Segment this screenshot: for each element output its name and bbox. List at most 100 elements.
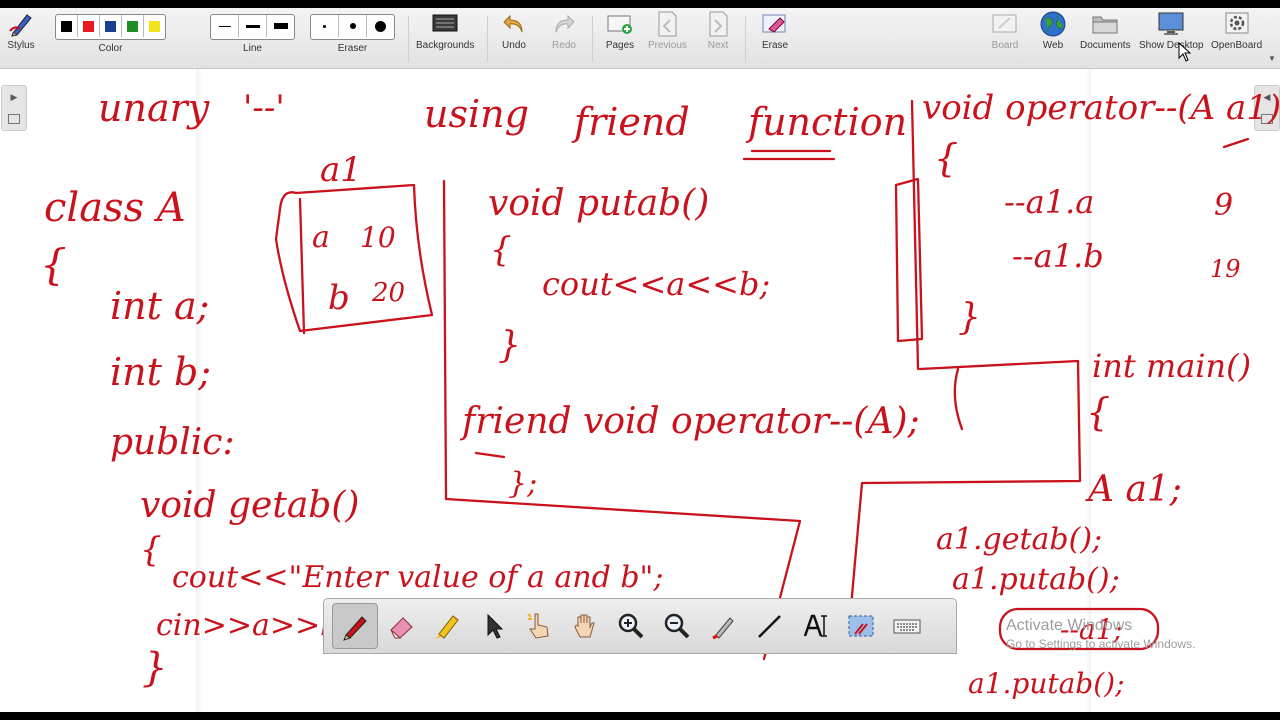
watermark-subtitle: Go to Settings to activate Windows.	[1006, 637, 1196, 651]
line-thin[interactable]	[211, 15, 239, 37]
selector-tool-button[interactable]	[470, 603, 516, 649]
code-line: --a1.b	[1012, 237, 1104, 275]
keyboard-icon	[893, 619, 921, 634]
color-blue[interactable]	[100, 15, 122, 37]
code-line: A a1;	[1085, 469, 1182, 510]
gear-icon	[1222, 11, 1252, 37]
object-value: 10	[360, 221, 396, 254]
line-label: Line	[243, 43, 262, 54]
mouse-cursor-icon	[1178, 41, 1192, 67]
next-button[interactable]: Next	[703, 11, 733, 51]
pen-tool-button[interactable]	[332, 603, 378, 649]
text-icon	[803, 614, 827, 637]
zoom-out-tool-button[interactable]	[654, 603, 700, 649]
toolbar-separator	[592, 16, 593, 62]
eraser-medium[interactable]	[339, 15, 367, 37]
code-line: void getab()	[140, 485, 359, 526]
screen-capture-icon	[848, 615, 874, 637]
show-desktop-button[interactable]: Show Desktop	[1139, 11, 1203, 51]
openboard-menu-button[interactable]: OpenBoard	[1211, 11, 1262, 51]
code-line: class A	[44, 185, 186, 231]
title-word: using	[424, 92, 529, 136]
code-line: {	[40, 240, 67, 289]
code-line: friend void operator--(A);	[459, 401, 920, 442]
color-label: Color	[98, 43, 123, 54]
line-medium[interactable]	[239, 15, 267, 37]
board-icon	[990, 11, 1020, 37]
code-line: }	[142, 645, 167, 691]
text-tool-button[interactable]	[792, 603, 838, 649]
previous-button[interactable]: Previous	[648, 11, 687, 51]
stylus-button[interactable]: Stylus	[6, 11, 36, 51]
color-red[interactable]	[78, 15, 100, 37]
code-line: {	[1086, 390, 1110, 434]
code-line: {	[490, 230, 512, 270]
eraser-sizes	[310, 14, 395, 40]
highlighter-tool-button[interactable]	[424, 603, 470, 649]
underline	[474, 451, 506, 459]
code-line: --a1.a	[1004, 183, 1094, 221]
pages-button[interactable]: Pages	[605, 11, 635, 51]
documents-button[interactable]: Documents	[1080, 11, 1131, 51]
code-line: a1.getab();	[936, 522, 1102, 557]
title-word: unary	[98, 86, 210, 130]
redo-label: Redo	[552, 40, 576, 51]
previous-page-icon	[652, 11, 682, 37]
color-green[interactable]	[122, 15, 144, 37]
openboard-label: OpenBoard	[1211, 40, 1263, 51]
eraser-group: Eraser	[310, 11, 395, 54]
code-line: }	[958, 297, 981, 338]
show-desktop-label: Show Desktop	[1139, 40, 1204, 51]
color-black[interactable]	[56, 15, 78, 37]
watermark-title: Activate Windows	[1006, 617, 1133, 634]
color-yellow[interactable]	[144, 15, 165, 37]
previous-label: Previous	[648, 40, 687, 51]
undo-button[interactable]: Undo	[499, 11, 529, 51]
redo-button[interactable]: Redo	[549, 11, 579, 51]
object-box-divider	[298, 197, 306, 335]
color-swatches	[55, 14, 166, 40]
interact-tool-button[interactable]	[516, 603, 562, 649]
object-field: b	[328, 278, 350, 318]
code-line: cout<<a<<b;	[542, 265, 770, 303]
zoom-in-tool-button[interactable]	[608, 603, 654, 649]
bracket-box	[894, 177, 924, 343]
backgrounds-button[interactable]: Backgrounds	[416, 11, 474, 51]
undo-icon	[499, 11, 529, 37]
erase-button[interactable]: Erase	[760, 11, 790, 51]
code-line: void operator--(A a1)	[922, 88, 1280, 128]
zoom-in-icon	[618, 613, 644, 639]
pointing-hand-icon	[527, 613, 549, 639]
eraser-tool-button[interactable]	[378, 603, 424, 649]
code-line: };	[508, 466, 537, 501]
code-line: int main()	[1092, 347, 1251, 385]
line-widths	[210, 14, 295, 40]
stylus-palette	[323, 598, 957, 654]
zoom-out-icon	[664, 613, 690, 639]
keyboard-tool-button[interactable]	[884, 603, 930, 649]
board-label: Board	[991, 40, 1019, 51]
documents-label: Documents	[1080, 40, 1131, 51]
code-line: cin>>a>>b;	[156, 608, 349, 643]
openboard-window: Stylus Color Line Eraser Backgrounds Und…	[0, 8, 1280, 712]
object-name: a1	[320, 150, 362, 190]
title-word: '--'	[243, 88, 285, 128]
erase-page-icon	[760, 11, 790, 37]
capture-tool-button[interactable]	[838, 603, 884, 649]
line-thick[interactable]	[267, 15, 294, 37]
backgrounds-icon	[430, 11, 460, 37]
hand-tool-button[interactable]	[562, 603, 608, 649]
stylus-label: Stylus	[7, 40, 35, 51]
color-group: Color	[55, 11, 166, 54]
line-tool-button[interactable]	[746, 603, 792, 649]
code-line: a1.putab();	[968, 667, 1125, 700]
monitor-icon	[1156, 11, 1186, 37]
line-icon	[758, 615, 781, 638]
eraser-large[interactable]	[367, 15, 394, 37]
board-button[interactable]: Board	[990, 11, 1020, 51]
toolbar-overflow-arrow-icon[interactable]: ▼	[1268, 54, 1276, 63]
eraser-small[interactable]	[311, 15, 339, 37]
web-button[interactable]: Web	[1038, 11, 1068, 51]
laser-pointer-tool-button[interactable]	[700, 603, 746, 649]
pen-icon	[343, 616, 367, 641]
